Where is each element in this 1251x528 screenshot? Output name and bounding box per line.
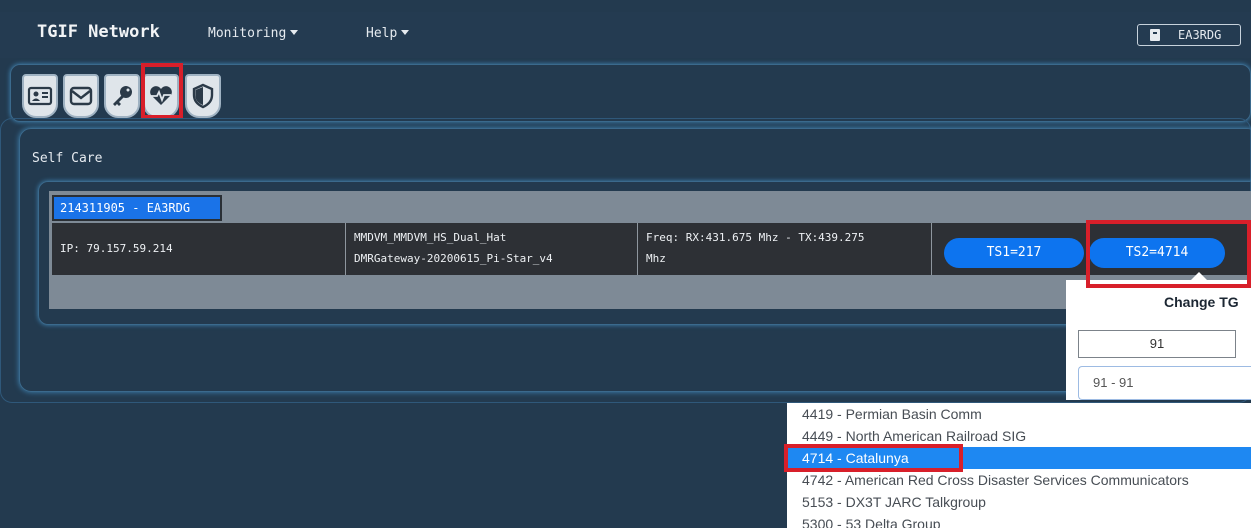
menu-monitoring[interactable]: Monitoring [208, 26, 299, 41]
ts1-button[interactable]: TS1=217 [944, 238, 1084, 268]
tab-profile[interactable] [22, 74, 58, 118]
contact-card-icon [27, 86, 53, 106]
software-line-1: MMDVM_MMDVM_HS_Dual_Hat [354, 231, 507, 244]
menu-monitoring-label: Monitoring [208, 26, 287, 41]
highlight-box-ts2 [1086, 220, 1251, 288]
device-ip: IP: 79.157.59.214 [52, 223, 346, 275]
menu-help-label: Help [366, 26, 398, 41]
chevron-down-icon [290, 30, 299, 35]
device-id-tag[interactable]: 214311905 - EA3RDG [52, 195, 222, 221]
envelope-icon [69, 86, 93, 106]
device-frequency: Freq: RX:431.675 Mhz - TX:439.275 Mhz [638, 223, 932, 275]
freq-line-2: Mhz [646, 252, 666, 265]
tg-select[interactable]: 91 - 91 [1078, 366, 1251, 400]
tg-option[interactable]: 5153 - DX3T JARC Talkgroup [787, 491, 1251, 513]
brand-title[interactable]: TGIF Network [37, 22, 160, 42]
tab-security-key[interactable] [104, 74, 140, 118]
key-icon [113, 86, 132, 106]
highlight-box-option [784, 444, 963, 472]
tab-shield[interactable] [185, 74, 221, 118]
device-ip-text: IP: 79.157.59.214 [60, 242, 173, 255]
menu-help[interactable]: Help [366, 26, 410, 41]
highlight-box-tab [141, 63, 183, 119]
software-line-2: DMRGateway-20200615_Pi-Star_v4 [354, 252, 553, 265]
device-software: MMDVM_MMDVM_HS_Dual_Hat DMRGateway-20200… [346, 223, 638, 275]
shield-icon [192, 83, 214, 109]
freq-line-1: Freq: RX:431.675 Mhz - TX:439.275 [646, 231, 865, 244]
app-window: TGIF Network Monitoring Help EA3RDG Self… [0, 0, 1251, 528]
tg-search-input[interactable]: 91 [1078, 330, 1236, 358]
tg-option[interactable]: 5300 - 53 Delta Group [787, 513, 1251, 528]
navbar: TGIF Network Monitoring Help EA3RDG [0, 12, 1251, 58]
panel-title: Self Care [32, 151, 103, 166]
tg-option[interactable]: 4419 - Permian Basin Comm [787, 403, 1251, 425]
user-badge-icon [1150, 29, 1160, 41]
user-button[interactable]: EA3RDG [1137, 24, 1241, 46]
user-label: EA3RDG [1178, 28, 1222, 42]
chevron-down-icon [401, 30, 410, 35]
change-tg-title: Change TG [1164, 294, 1239, 310]
tab-messages[interactable] [63, 74, 99, 118]
tg-option[interactable]: 4742 - American Red Cross Disaster Servi… [787, 469, 1251, 491]
